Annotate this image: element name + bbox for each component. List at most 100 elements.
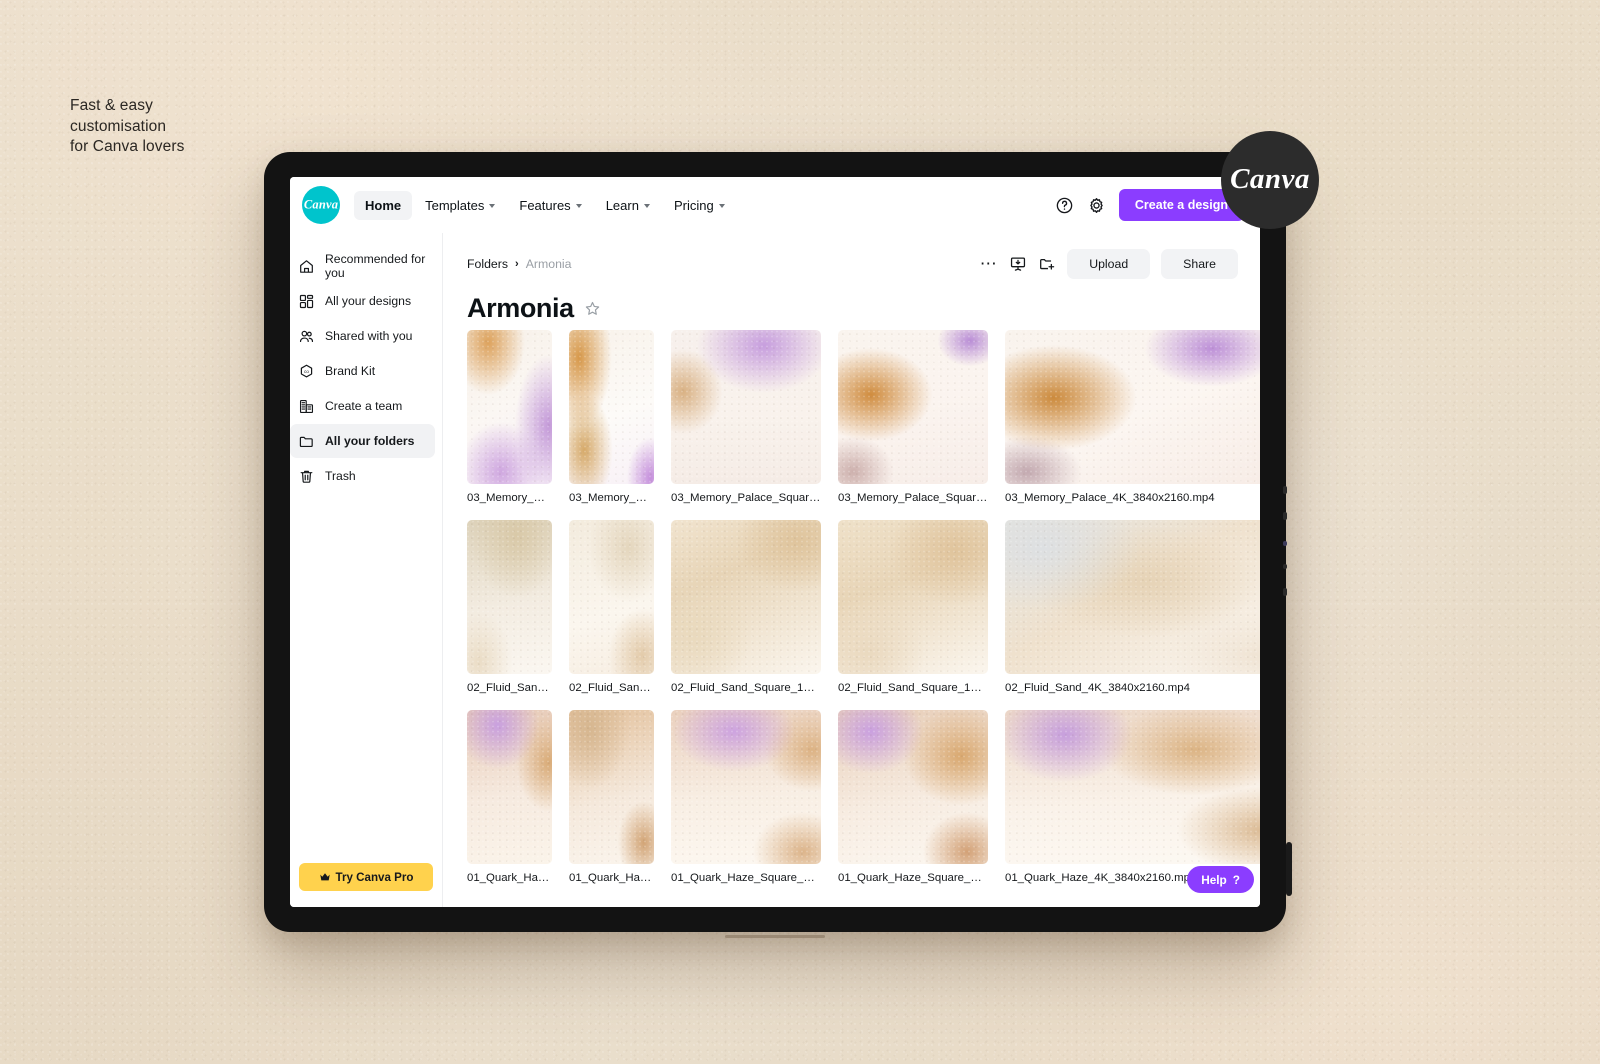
asset-thumbnail[interactable] [671,330,821,484]
asset-tile[interactable]: 01_Quark_Haze_Square_1080... [671,710,821,884]
ellipsis-icon[interactable]: ⋯ [980,255,999,272]
chevron-down-icon [718,204,725,208]
asset-thumbnail[interactable] [1005,330,1260,484]
asset-filename: 01_Quark_Haze... [467,872,552,884]
folder-toolbar: ⋯ Upload Share [980,249,1238,279]
gear-icon[interactable] [1087,196,1106,215]
sidebar-item-all-your-folders[interactable]: All your folders [290,424,435,458]
device-side-button [1283,564,1287,569]
canva-badge-wordmark: Canva [1230,162,1310,195]
asset-tile[interactable]: 02_Fluid_Sand_Square_1080x1... [838,520,988,694]
sidebar-item-label: Brand Kit [325,364,376,378]
chevron-down-icon [575,204,582,208]
asset-filename: 02_Fluid_Sand_Square_1080x1... [838,682,988,694]
asset-tile[interactable]: 01_Quark_Haze_Square_1080... [838,710,988,884]
sidebar-item-brand-kit[interactable]: co Brand Kit [290,354,435,388]
nav-item-home[interactable]: Home [354,190,413,220]
asset-thumbnail[interactable] [1005,710,1260,864]
asset-thumbnail[interactable] [467,710,552,864]
asset-thumbnail[interactable] [838,710,988,864]
asset-filename: 03_Memory_Palace_Square_1... [838,492,988,504]
help-button[interactable]: Help ? [1187,866,1254,893]
asset-tile[interactable]: 02_Fluid_Sand_... [467,520,552,694]
title-row: Armonia [467,293,1238,324]
try-canva-pro-button[interactable]: Try Canva Pro [299,863,433,891]
device-side-button [1283,541,1287,546]
asset-thumbnail[interactable] [671,520,821,674]
asset-filename: 03_Memory_Palace_4K_3840x2160.mp4 [1005,492,1215,504]
canva-brand-badge: Canva [1221,131,1319,229]
asset-grid: 03_Memory_Pal... 03_Memory_Pal... 03_Memor… [467,330,1260,907]
asset-tile[interactable]: 01_Quark_Haze... [569,710,654,884]
sidebar-item-shared-with-you[interactable]: Shared with you [290,319,435,353]
sidebar-item-label: Create a team [325,399,403,413]
asset-filename: 03_Memory_Palace_Square_1... [671,492,821,504]
asset-filename: 02_Fluid_Sand_4K_3840x2160.mp4 [1005,682,1190,694]
star-outline-icon[interactable] [584,300,601,317]
presentation-icon[interactable] [1009,255,1027,273]
asset-thumbnail[interactable] [838,330,988,484]
sidebar-item-all-your-designs[interactable]: All your designs [290,284,435,318]
app-body: Recommended for you All your designs Sha… [290,233,1260,907]
tablet-device-frame: Canva Home Templates Features Learn Pric… [264,152,1292,938]
sidebar-item-create-a-team[interactable]: Create a team [290,389,435,423]
chevron-down-icon [489,204,496,208]
nav-item-label: Learn [605,197,639,213]
asset-grid-row: 01_Quark_Haze... 01_Quark_Haze... 01_Quark… [467,710,1260,884]
asset-tile[interactable]: 03_Memory_Palace_Square_1... [671,330,821,504]
asset-thumbnail[interactable] [569,520,654,674]
asset-thumbnail[interactable] [671,710,821,864]
sidebar-item-label: All your designs [325,294,412,308]
asset-thumbnail[interactable] [569,710,654,864]
folder-plus-icon[interactable] [1038,255,1056,273]
asset-tile[interactable]: 03_Memory_Palace_Square_1... [838,330,988,504]
asset-filename: 03_Memory_Pal... [569,492,654,504]
help-button-label: Help [1201,872,1227,887]
asset-tile[interactable]: 03_Memory_Pal... [467,330,552,504]
try-canva-pro-label: Try Canva Pro [335,870,414,884]
nav-item-learn[interactable]: Learn [595,191,661,220]
asset-filename: 03_Memory_Pal... [467,492,552,504]
asset-tile[interactable]: 01_Quark_Haze_4K_3840x2160.mp4 [1005,710,1260,884]
breadcrumb-folders-link[interactable]: Folders [467,257,508,271]
device-side-button [1283,588,1287,596]
device-power-button [1286,842,1292,896]
app-screen: Canva Home Templates Features Learn Pric… [290,177,1260,907]
upload-button[interactable]: Upload [1067,249,1151,279]
asset-filename: 01_Quark_Haze_Square_1080... [671,872,821,884]
primary-nav: Home Templates Features Learn Pricing [354,190,736,220]
share-button[interactable]: Share [1161,249,1238,279]
asset-filename: 02_Fluid_Sand_Square_1080x1... [671,682,821,694]
device-side-button [1283,512,1287,520]
help-circle-icon[interactable] [1055,196,1074,215]
question-mark-icon: ? [1232,872,1240,887]
asset-thumbnail[interactable] [467,520,552,674]
asset-thumbnail[interactable] [467,330,552,484]
scene-background: Fast & easy customisation for Canva love… [0,0,1600,1064]
brand-kit-icon: co [300,364,313,377]
home-icon [300,259,313,273]
canva-logo[interactable]: Canva [302,186,340,224]
asset-thumbnail[interactable] [569,330,654,484]
asset-filename: 01_Quark_Haze... [569,872,654,884]
sidebar-item-label: Shared with you [325,329,413,343]
asset-tile[interactable]: 02_Fluid_Sand_4K_3840x2160.mp4 [1005,520,1260,694]
asset-thumbnail[interactable] [838,520,988,674]
page-title: Armonia [467,293,574,323]
sidebar-item-recommended-for-you[interactable]: Recommended for you [290,249,435,283]
chevron-down-icon [643,204,650,208]
asset-tile[interactable]: 03_Memory_Palace_4K_3840x2160.mp4 [1005,330,1260,504]
nav-item-features[interactable]: Features [508,191,592,220]
nav-item-templates[interactable]: Templates [414,191,506,220]
asset-tile[interactable]: 01_Quark_Haze... [467,710,552,884]
sidebar-item-trash[interactable]: Trash [290,459,435,493]
main-content: Folders › Armonia ⋯ Upload Share Armonia… [443,233,1260,907]
asset-tile[interactable]: 02_Fluid_Sand_Square_1080x1... [671,520,821,694]
device-stand-line [725,935,825,938]
asset-tile[interactable]: 03_Memory_Pal... [569,330,654,504]
breadcrumb-separator-icon: › [515,258,519,270]
asset-tile[interactable]: 02_Fluid_Sand_... [569,520,654,694]
asset-thumbnail[interactable] [1005,520,1260,674]
nav-item-label: Features [519,197,571,213]
nav-item-pricing[interactable]: Pricing [663,191,736,220]
